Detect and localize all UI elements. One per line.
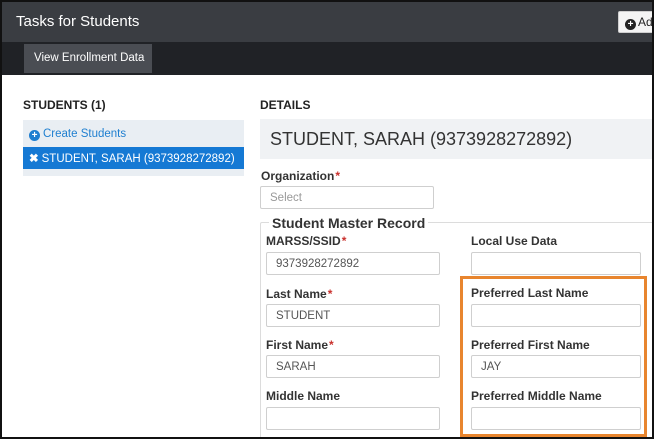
- plus-circle-icon: +: [29, 130, 40, 141]
- local-use-data-label: Local Use Data: [471, 234, 558, 248]
- section-title: Student Master Record: [269, 215, 429, 231]
- organization-select[interactable]: Select: [260, 186, 434, 209]
- marss-ssid-label: MARSS/SSID*: [266, 234, 347, 248]
- student-name-header: STUDENT, SARAH (9373928272892): [260, 119, 652, 159]
- last-name-field[interactable]: STUDENT: [266, 304, 440, 327]
- student-name: STUDENT, SARAH (9373928272892): [270, 129, 573, 149]
- top-bar: Tasks for Students + Ad: [2, 2, 653, 42]
- middle-name-label: Middle Name: [266, 389, 341, 403]
- app-title: Tasks for Students: [16, 13, 140, 30]
- first-name-label: First Name*: [266, 338, 334, 352]
- add-button[interactable]: + Ad: [618, 11, 653, 33]
- app-window: Tasks for Students + Ad View Enrollment D…: [0, 0, 654, 439]
- local-use-data-field[interactable]: [471, 252, 641, 275]
- preferred-names-highlight: [460, 276, 647, 437]
- student-list-item[interactable]: ✖ STUDENT, SARAH (9373928272892): [23, 147, 244, 169]
- close-icon[interactable]: ✖: [29, 153, 39, 165]
- organization-label: Organization*: [261, 169, 341, 183]
- create-students-link[interactable]: + Create Students: [29, 128, 126, 141]
- plus-circle-icon: +: [625, 19, 636, 30]
- create-students-label: Create Students: [43, 128, 127, 140]
- student-item-label: STUDENT, SARAH (9373928272892): [41, 153, 235, 165]
- add-button-label: Ad: [638, 15, 653, 29]
- students-heading: STUDENTS (1): [23, 98, 106, 112]
- middle-name-field[interactable]: [266, 407, 440, 430]
- marss-ssid-field[interactable]: 9373928272892: [266, 252, 440, 275]
- details-heading: DETAILS: [260, 98, 311, 112]
- students-list: + Create Students ✖ STUDENT, SARAH (937392…: [23, 120, 244, 176]
- last-name-label: Last Name*: [266, 287, 333, 301]
- tab-view-enrollment-data[interactable]: View Enrollment Data: [24, 44, 152, 73]
- first-name-field[interactable]: SARAH: [266, 355, 440, 378]
